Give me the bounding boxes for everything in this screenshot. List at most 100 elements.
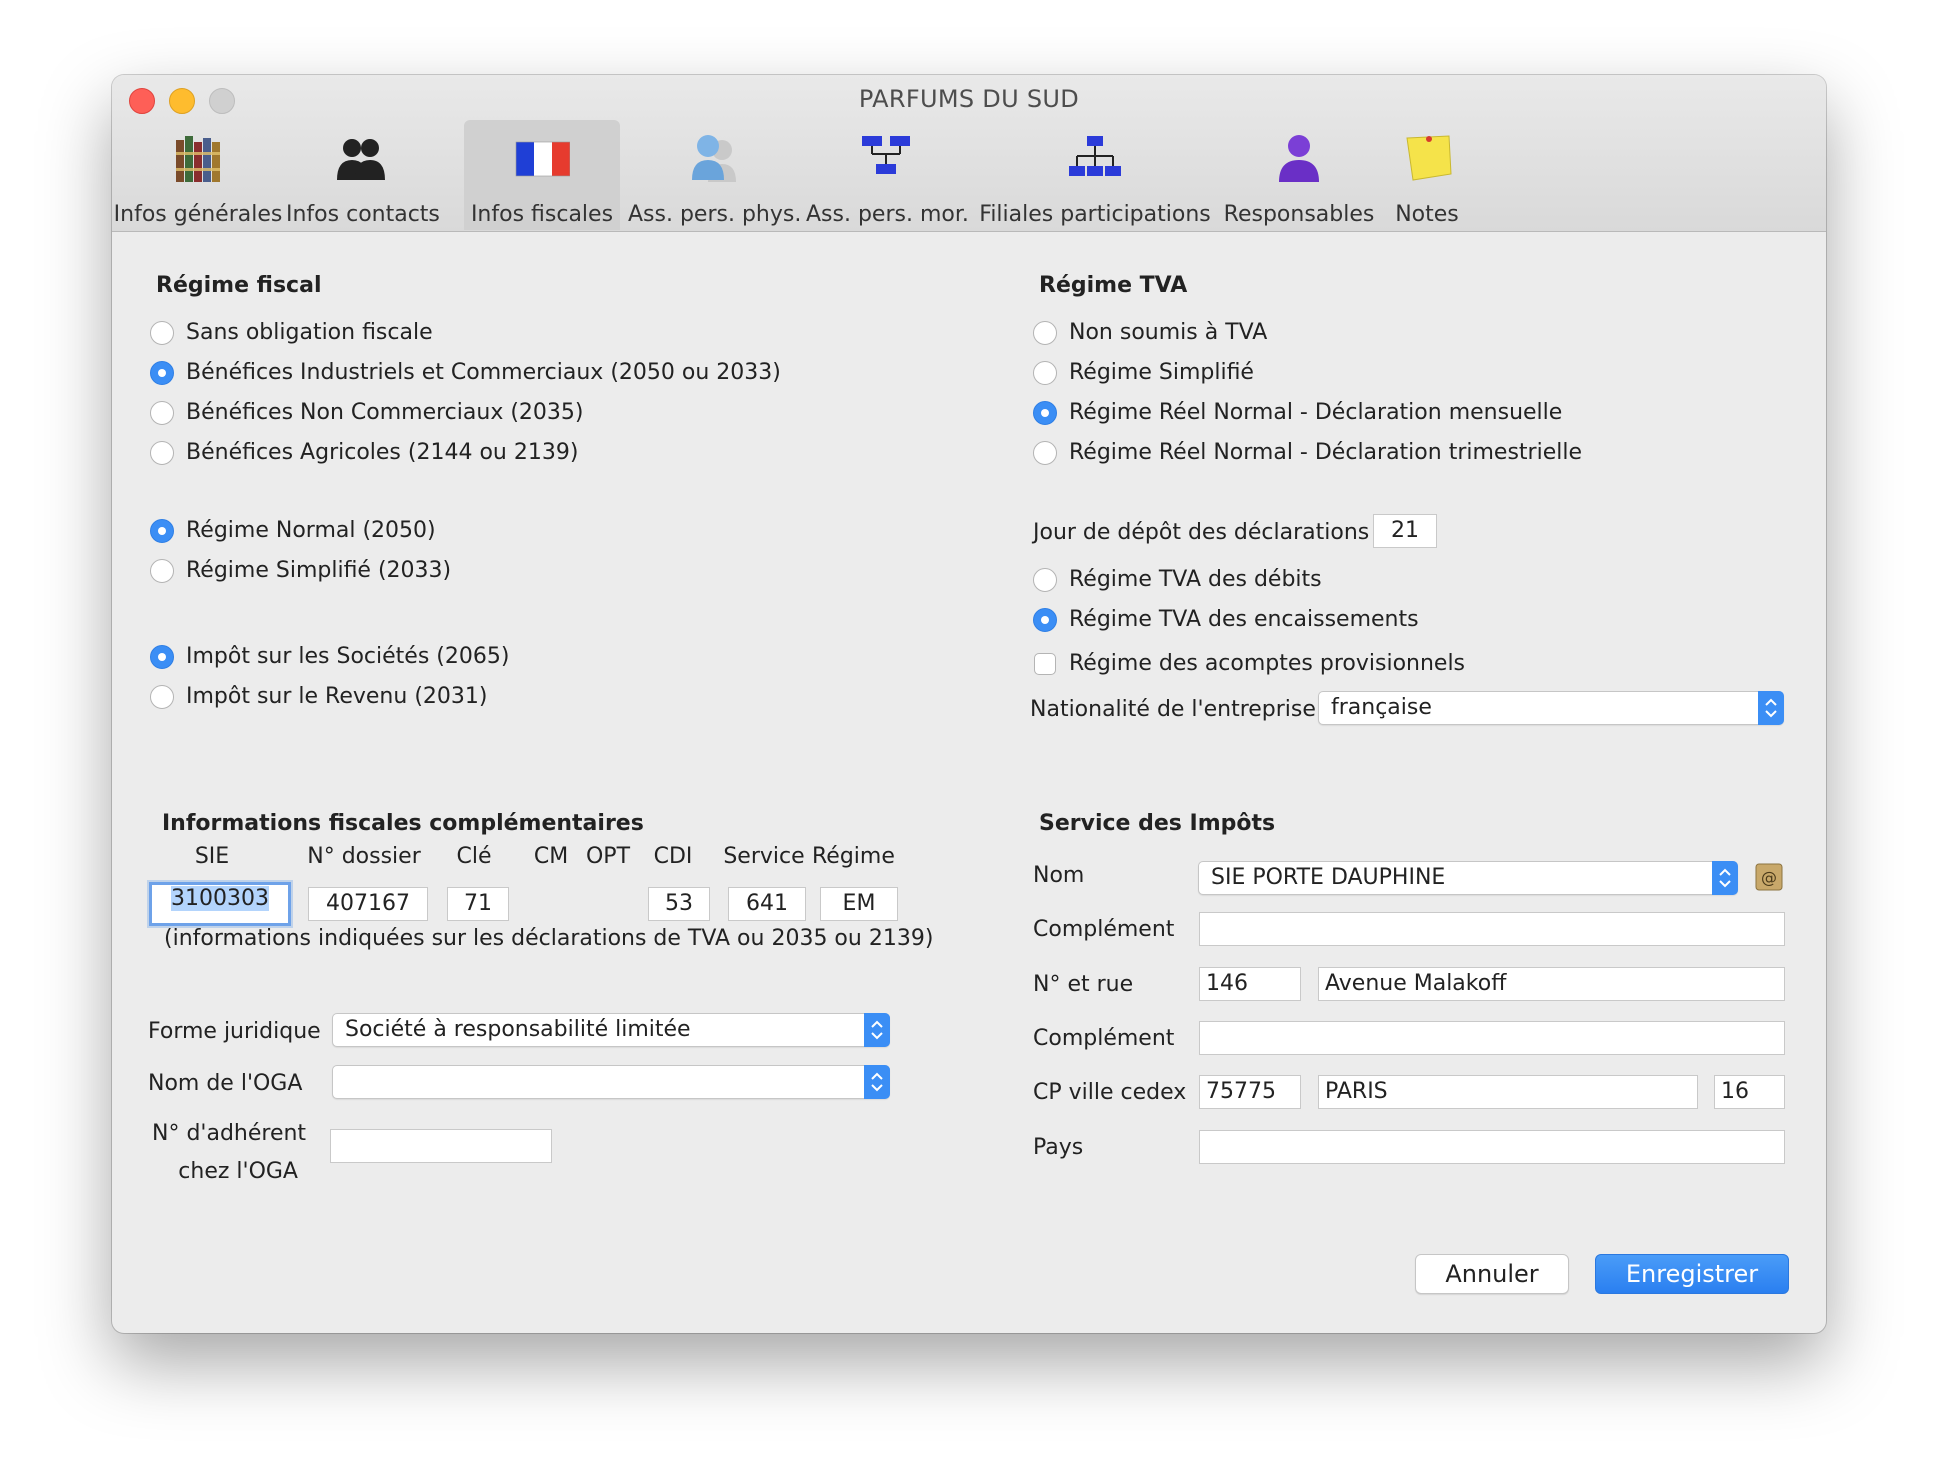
oga-select[interactable] xyxy=(332,1065,890,1099)
service-impots-title: Service des Impôts xyxy=(1039,811,1276,836)
radio-label: Impôt sur les Sociétés (2065) xyxy=(186,644,510,669)
jour-depot-field[interactable]: 21 xyxy=(1373,514,1437,548)
col-cle: Clé xyxy=(456,844,492,869)
toolbar-item-responsables[interactable]: Responsables xyxy=(1218,120,1380,230)
radio-label: Régime Réel Normal - Déclaration mensuel… xyxy=(1069,400,1563,425)
radio-label: Bénéfices Industriels et Commerciaux (20… xyxy=(186,360,781,385)
org-chart-icon xyxy=(862,136,910,174)
toolbar-item-notes[interactable]: Notes xyxy=(1382,120,1472,230)
radio-label: Impôt sur le Revenu (2031) xyxy=(186,684,488,709)
infos-complementaires-title: Informations fiscales complémentaires xyxy=(162,811,644,836)
cancel-button[interactable]: Annuler xyxy=(1415,1254,1569,1294)
nationalite-label: Nationalité de l'entreprise xyxy=(1030,697,1316,722)
radio-reel-trimestrielle[interactable] xyxy=(1033,441,1057,465)
complement1-field[interactable] xyxy=(1199,912,1785,946)
radio-label: Régime TVA des débits xyxy=(1069,567,1322,592)
regime-fiscal-title: Régime fiscal xyxy=(156,273,322,298)
radio-bnc[interactable] xyxy=(150,401,174,425)
radio-ba[interactable] xyxy=(150,441,174,465)
acomptes-checkbox[interactable] xyxy=(1034,653,1056,675)
col-opt: OPT xyxy=(585,844,631,869)
toolbar-label: Filiales participations xyxy=(979,202,1211,227)
cdi-field[interactable]: 53 xyxy=(648,887,710,921)
person-icon xyxy=(1279,135,1319,182)
toolbar-item-ass-pers-mor[interactable]: Ass. pers. mor. xyxy=(806,120,969,230)
col-cm: CM xyxy=(533,844,569,869)
pays-field[interactable] xyxy=(1199,1130,1785,1164)
complement2-field[interactable] xyxy=(1199,1021,1785,1055)
radio-reel-mensuelle[interactable] xyxy=(1033,401,1057,425)
cle-field[interactable]: 71 xyxy=(447,887,509,921)
persons-icon xyxy=(692,135,736,182)
toolbar-label: Infos contacts xyxy=(286,202,440,227)
ville-field[interactable]: PARIS xyxy=(1318,1075,1698,1109)
col-regime: Régime xyxy=(812,844,895,869)
nom-select[interactable]: SIE PORTE DAUPHINE xyxy=(1198,861,1738,895)
toolbar-label: Infos générales xyxy=(113,202,283,227)
toolbar-label: Infos fiscales xyxy=(470,202,614,227)
rue-nom-field[interactable]: Avenue Malakoff xyxy=(1318,967,1785,1001)
radio-non-soumis-tva[interactable] xyxy=(1033,321,1057,345)
toolbar-item-infos-generales[interactable]: Infos générales xyxy=(112,120,284,230)
radio-impot-societes[interactable] xyxy=(150,645,174,669)
rue-numero-field[interactable]: 146 xyxy=(1199,967,1301,1001)
complement1-label: Complément xyxy=(1033,917,1175,942)
radio-impot-revenu[interactable] xyxy=(150,685,174,709)
radio-sans-obligation[interactable] xyxy=(150,321,174,345)
chevron-updown-icon xyxy=(1712,861,1738,895)
radio-label: Régime Normal (2050) xyxy=(186,518,436,543)
chevron-updown-icon xyxy=(1758,691,1784,725)
regime-tva-title: Régime TVA xyxy=(1039,273,1188,298)
radio-label: Régime TVA des encaissements xyxy=(1069,607,1419,632)
window-title: PARFUMS DU SUD xyxy=(858,85,1080,113)
adherent-field[interactable] xyxy=(330,1129,552,1163)
toolbar-label: Notes xyxy=(1395,202,1459,227)
sie-field[interactable]: 3100303 xyxy=(149,882,291,926)
radio-bic[interactable] xyxy=(150,361,174,385)
cp-label: CP ville cedex xyxy=(1033,1080,1187,1105)
radio-label: Non soumis à TVA xyxy=(1069,320,1268,345)
radio-tva-simplifie[interactable] xyxy=(1033,361,1057,385)
radio-label: Bénéfices Non Commerciaux (2035) xyxy=(186,400,584,425)
sticky-note-icon xyxy=(1406,135,1452,181)
toolbar-label: Ass. pers. mor. xyxy=(806,202,969,227)
toolbar-label: Ass. pers. phys. xyxy=(628,202,802,227)
save-button[interactable]: Enregistrer xyxy=(1595,1254,1789,1294)
toolbar-item-filiales-participations[interactable]: Filiales participations xyxy=(978,120,1212,230)
forme-juridique-label: Forme juridique xyxy=(148,1019,321,1044)
people-icon xyxy=(337,139,385,180)
radio-label: Sans obligation fiscale xyxy=(186,320,433,345)
col-sie: SIE xyxy=(194,844,230,869)
nationalite-select[interactable]: française xyxy=(1318,691,1784,725)
nom-value: SIE PORTE DAUPHINE xyxy=(1211,865,1446,890)
cp-field[interactable]: 75775 xyxy=(1199,1075,1301,1109)
col-service: Service xyxy=(723,844,805,869)
pays-label: Pays xyxy=(1033,1135,1084,1160)
address-book-icon[interactable]: @ xyxy=(1754,862,1784,892)
toolbar-item-infos-contacts[interactable]: Infos contacts xyxy=(286,120,440,230)
cedex-field[interactable]: 16 xyxy=(1714,1075,1785,1109)
nationalite-value: française xyxy=(1331,695,1432,720)
service-field[interactable]: 641 xyxy=(728,887,806,921)
radio-label: Régime Simplifié (2033) xyxy=(186,558,452,583)
rue-label: N° et rue xyxy=(1033,972,1134,997)
radio-tva-encaissements[interactable] xyxy=(1033,608,1057,632)
radio-tva-debits[interactable] xyxy=(1033,568,1057,592)
titlebar: PARFUMS DU SUD Infos générales Infos con… xyxy=(112,75,1826,232)
acomptes-label: Régime des acomptes provisionnels xyxy=(1069,651,1466,676)
toolbar-item-ass-pers-phys[interactable]: Ass. pers. phys. xyxy=(628,120,802,230)
radio-regime-normal[interactable] xyxy=(150,519,174,543)
main-window: PARFUMS DU SUD Infos générales Infos con… xyxy=(112,75,1826,1333)
radio-regime-simplifie[interactable] xyxy=(150,559,174,583)
forme-juridique-select[interactable]: Société à responsabilité limitée xyxy=(332,1013,890,1047)
sie-value: 3100303 xyxy=(171,886,269,911)
hierarchy-icon xyxy=(1069,136,1121,176)
adherent-label-2: chez l'OGA xyxy=(178,1159,298,1184)
regime-field[interactable]: EM xyxy=(820,887,898,921)
jour-depot-label: Jour de dépôt des déclarations xyxy=(1033,520,1370,545)
radio-label: Régime Réel Normal - Déclaration trimest… xyxy=(1069,440,1582,465)
toolbar-item-infos-fiscales[interactable]: Infos fiscales xyxy=(464,120,620,230)
dossier-field[interactable]: 407167 xyxy=(308,887,428,921)
col-dossier: N° dossier xyxy=(307,844,421,869)
books-icon xyxy=(176,136,220,182)
